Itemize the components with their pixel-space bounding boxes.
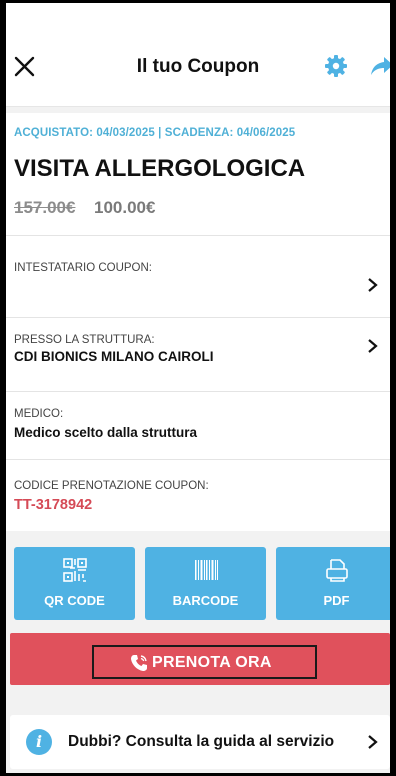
qr-code-icon bbox=[62, 558, 87, 582]
phone-icon bbox=[131, 655, 147, 671]
facility-value: CDI BIONICS MILANO CAIROLI bbox=[14, 349, 214, 364]
help-guide-link[interactable]: i Dubbi? Consulta la guida al servizio bbox=[10, 715, 390, 769]
original-price: 157.00€ bbox=[14, 198, 76, 217]
qr-code-button[interactable]: QR CODE bbox=[14, 547, 135, 620]
app-screen: Il tuo Coupon ACQUISTATO: 04/03/2025 | S… bbox=[6, 3, 390, 773]
book-now-highlight: PRENOTA ORA bbox=[92, 645, 317, 679]
info-icon: i bbox=[26, 729, 52, 755]
book-now-label: PRENOTA ORA bbox=[152, 654, 272, 671]
barcode-label: BARCODE bbox=[172, 593, 239, 608]
doctor-label: MEDICO: bbox=[14, 408, 64, 420]
qr-code-label: QR CODE bbox=[44, 593, 105, 608]
service-name: VISITA ALLERGOLOGICA bbox=[14, 155, 306, 182]
booking-code-label: CODICE PRENOTAZIONE COUPON: bbox=[14, 480, 209, 492]
facility-label: PRESSO LA STRUTTURA: bbox=[14, 334, 155, 346]
doctor-row: MEDICO: Medico scelto dalla struttura bbox=[6, 391, 390, 459]
chevron-right-icon bbox=[368, 278, 378, 292]
facility-row[interactable]: PRESSO LA STRUTTURA: CDI BIONICS MILANO … bbox=[6, 317, 390, 391]
coupon-dates: ACQUISTATO: 04/03/2025 | SCADENZA: 04/06… bbox=[14, 127, 296, 139]
book-now-button[interactable]: PRENOTA ORA bbox=[10, 633, 390, 685]
booking-code-row: CODICE PRENOTAZIONE COUPON: TT-3178942 bbox=[6, 459, 390, 531]
booking-code-value: TT-3178942 bbox=[14, 497, 93, 513]
chevron-right-icon bbox=[368, 339, 378, 353]
holder-row[interactable]: INTESTATARIO COUPON: bbox=[6, 235, 390, 317]
header-bar: Il tuo Coupon bbox=[6, 3, 390, 107]
holder-label: INTESTATARIO COUPON: bbox=[14, 262, 153, 274]
pdf-label: PDF bbox=[323, 593, 350, 608]
gear-icon[interactable] bbox=[324, 54, 348, 78]
help-guide-label: Dubbi? Consulta la guida al servizio bbox=[68, 733, 335, 750]
pdf-icon bbox=[325, 559, 348, 582]
barcode-button[interactable]: BARCODE bbox=[145, 547, 266, 620]
share-arrow-icon[interactable] bbox=[370, 54, 390, 78]
doctor-value: Medico scelto dalla struttura bbox=[14, 425, 198, 440]
pdf-button[interactable]: PDF bbox=[276, 547, 390, 620]
coupon-card: ACQUISTATO: 04/03/2025 | SCADENZA: 04/06… bbox=[6, 113, 390, 531]
barcode-icon bbox=[194, 560, 218, 580]
discounted-price: 100.00€ bbox=[94, 198, 156, 217]
chevron-right-icon bbox=[368, 735, 378, 749]
